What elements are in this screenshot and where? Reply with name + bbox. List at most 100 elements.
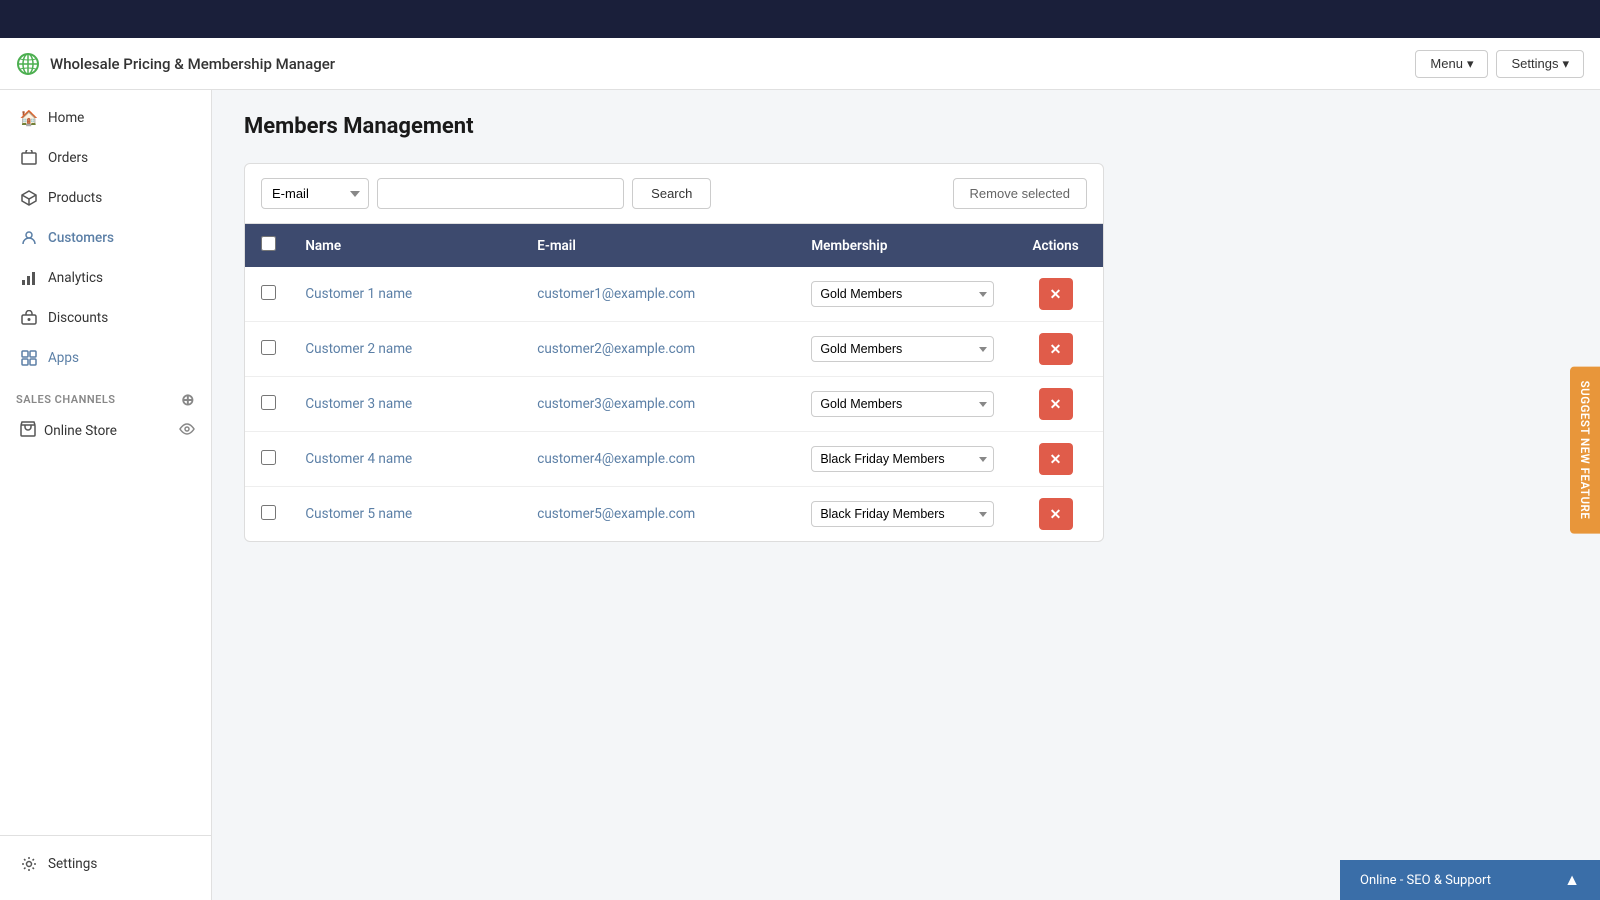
orders-icon [20, 149, 38, 167]
membership-cell: Gold MembersBlack Friday MembersSilver M… [797, 432, 1008, 487]
customer-email: customer2@example.com [537, 341, 695, 357]
home-icon: 🏠 [20, 109, 38, 127]
membership-select[interactable]: Gold MembersBlack Friday MembersSilver M… [811, 391, 994, 417]
membership-cell: Gold MembersBlack Friday MembersSilver M… [797, 267, 1008, 322]
app-header: Wholesale Pricing & Membership Manager M… [0, 38, 1600, 90]
bottom-bar: Online - SEO & Support ▲ [1340, 860, 1600, 900]
customer-name-link[interactable]: Customer 2 name [305, 341, 412, 357]
sidebar-item-orders[interactable]: Orders [4, 139, 207, 177]
app-title: Wholesale Pricing & Membership Manager [50, 55, 335, 73]
customer-name-cell: Customer 5 name [291, 487, 523, 542]
actions-cell: ✕ [1008, 377, 1103, 432]
row-checkbox[interactable] [261, 505, 276, 520]
membership-select[interactable]: Gold MembersBlack Friday MembersSilver M… [811, 281, 994, 307]
customer-email-cell: customer1@example.com [523, 267, 797, 322]
members-table: Name E-mail Membership Actions Customer … [245, 224, 1103, 541]
table-row: Customer 3 name customer3@example.com Gold… [245, 377, 1103, 432]
table-toolbar: E-mail Name Membership Search Remove sel… [245, 164, 1103, 224]
settings-icon [20, 855, 38, 873]
top-bar [0, 0, 1600, 38]
membership-select[interactable]: Gold MembersBlack Friday MembersSilver M… [811, 501, 994, 527]
actions-cell: ✕ [1008, 267, 1103, 322]
sidebar-item-label: Customers [48, 230, 114, 246]
sidebar-item-label: Discounts [48, 310, 108, 326]
sidebar-item-online-store[interactable]: Online Store [0, 413, 211, 449]
table-row: Customer 4 name customer4@example.com Gold… [245, 432, 1103, 487]
remove-selected-button[interactable]: Remove selected [953, 178, 1087, 209]
row-checkbox[interactable] [261, 395, 276, 410]
table-row: Customer 5 name customer5@example.com Gold… [245, 487, 1103, 542]
settings-header-button[interactable]: Settings ▾ [1496, 50, 1584, 78]
sidebar-item-label: Products [48, 190, 102, 206]
customer-name-cell: Customer 2 name [291, 322, 523, 377]
sidebar-item-analytics[interactable]: Analytics [4, 259, 207, 297]
search-filter-select[interactable]: E-mail Name Membership [261, 178, 369, 209]
bottom-bar-label: Online - SEO & Support [1360, 873, 1491, 888]
actions-cell: ✕ [1008, 432, 1103, 487]
delete-customer-button[interactable]: ✕ [1039, 333, 1073, 365]
sidebar-footer: Settings [0, 835, 211, 892]
customer-email: customer5@example.com [537, 506, 695, 522]
menu-button[interactable]: Menu ▾ [1415, 50, 1488, 78]
sidebar-item-home[interactable]: 🏠 Home [4, 99, 207, 137]
sidebar-item-label: Home [48, 110, 84, 126]
row-checkbox-cell [245, 432, 291, 487]
delete-customer-button[interactable]: ✕ [1039, 278, 1073, 310]
table-header: Name E-mail Membership Actions [245, 224, 1103, 267]
sidebar-item-discounts[interactable]: Discounts [4, 299, 207, 337]
table-row: Customer 2 name customer2@example.com Gold… [245, 322, 1103, 377]
search-button[interactable]: Search [632, 178, 711, 209]
remove-selected-label: Remove selected [970, 186, 1070, 201]
delete-customer-button[interactable]: ✕ [1039, 388, 1073, 420]
analytics-icon [20, 269, 38, 287]
name-column-header: Name [291, 224, 523, 267]
bottom-bar-close-icon[interactable]: ▲ [1564, 870, 1580, 890]
members-table-card: E-mail Name Membership Search Remove sel… [244, 163, 1104, 542]
sidebar-item-label: Analytics [48, 270, 103, 286]
actions-cell: ✕ [1008, 322, 1103, 377]
delete-customer-button[interactable]: ✕ [1039, 498, 1073, 530]
online-store-icon [20, 421, 36, 441]
select-all-header[interactable] [245, 224, 291, 267]
delete-customer-button[interactable]: ✕ [1039, 443, 1073, 475]
membership-select[interactable]: Gold MembersBlack Friday MembersSilver M… [811, 446, 994, 472]
chevron-down-icon: ▾ [1562, 56, 1569, 72]
membership-select[interactable]: Gold MembersBlack Friday MembersSilver M… [811, 336, 994, 362]
search-input[interactable] [377, 178, 624, 209]
customer-email-cell: customer5@example.com [523, 487, 797, 542]
eye-icon [179, 423, 195, 439]
customer-name-link[interactable]: Customer 5 name [305, 506, 412, 522]
add-sales-channel-icon[interactable]: ⊕ [181, 390, 195, 409]
customer-email: customer4@example.com [537, 451, 695, 467]
row-checkbox[interactable] [261, 340, 276, 355]
customer-name-link[interactable]: Customer 3 name [305, 396, 412, 412]
membership-cell: Gold MembersBlack Friday MembersSilver M… [797, 377, 1008, 432]
membership-cell: Gold MembersBlack Friday MembersSilver M… [797, 322, 1008, 377]
row-checkbox-cell [245, 377, 291, 432]
app-header-left: Wholesale Pricing & Membership Manager [16, 52, 1415, 76]
row-checkbox-cell [245, 487, 291, 542]
actions-cell: ✕ [1008, 487, 1103, 542]
settings-header-label: Settings [1511, 56, 1558, 71]
table-body: Customer 1 name customer1@example.com Gold… [245, 267, 1103, 541]
suggest-new-feature-tab[interactable]: Suggest New Feature [1570, 367, 1600, 534]
customer-name-cell: Customer 1 name [291, 267, 523, 322]
customer-name-link[interactable]: Customer 1 name [305, 286, 412, 302]
sidebar-item-customers[interactable]: Customers [4, 219, 207, 257]
select-all-checkbox[interactable] [261, 236, 276, 251]
table-row: Customer 1 name customer1@example.com Gold… [245, 267, 1103, 322]
chevron-down-icon: ▾ [1467, 56, 1474, 72]
layout: 🏠 Home Orders Products Customers Anal [0, 90, 1600, 900]
sidebar-item-settings[interactable]: Settings [4, 845, 207, 883]
customer-email: customer3@example.com [537, 396, 695, 412]
sidebar-item-apps[interactable]: Apps [4, 339, 207, 377]
sidebar-item-label: Apps [48, 350, 79, 366]
page-title: Members Management [244, 114, 1568, 139]
row-checkbox[interactable] [261, 450, 276, 465]
customer-name-cell: Customer 4 name [291, 432, 523, 487]
online-store-label: Online Store [44, 423, 117, 439]
row-checkbox[interactable] [261, 285, 276, 300]
customer-name-link[interactable]: Customer 4 name [305, 451, 412, 467]
sidebar-item-products[interactable]: Products [4, 179, 207, 217]
actions-column-header: Actions [1008, 224, 1103, 267]
